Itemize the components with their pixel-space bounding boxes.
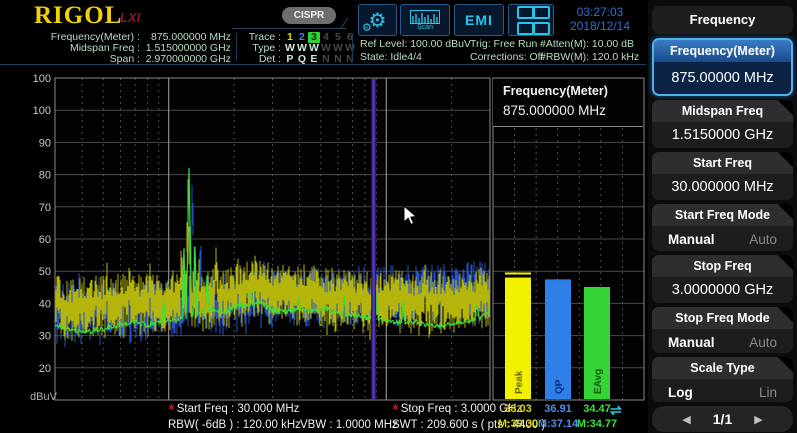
softkey-scale-type[interactable]: Scale Type Log Lin bbox=[652, 357, 793, 402]
peak-max-value: M:39.30 bbox=[496, 418, 540, 430]
softkey-stop-freq-mode[interactable]: Stop Freq Mode Manual Auto bbox=[652, 307, 793, 353]
vbw-readout: VBW : 1.0000 MHz bbox=[300, 419, 398, 431]
start-freq-readout: ✱Start Freq : 30.000 MHz bbox=[168, 403, 299, 415]
meter-readout-value: 875.000000 MHz bbox=[503, 103, 643, 118]
ref-level-block: Ref Level: 100.00 dBuV State: Idle4/4 bbox=[360, 38, 471, 64]
softkey-midspan-freq[interactable]: Midspan Freq 1.5150000 GHz bbox=[652, 100, 793, 148]
refresh-icon[interactable]: ⇌ bbox=[610, 402, 622, 419]
softkey-frequency-meter[interactable]: Frequency(Meter) 875.00000 MHz bbox=[652, 38, 793, 96]
status-divider-1 bbox=[236, 33, 237, 61]
option-manual[interactable]: Manual bbox=[668, 232, 715, 247]
clock: 03:27:03 2018/12/14 bbox=[556, 5, 644, 33]
bar-label-peak: Peak bbox=[514, 370, 525, 394]
state: State: Idle4/4 bbox=[360, 51, 471, 64]
span-value: 2.970000000 GHz bbox=[143, 54, 231, 65]
bar-label-qp: QP bbox=[554, 379, 565, 394]
gear-small-icon: ⚙ bbox=[362, 21, 372, 34]
scan-icon bbox=[410, 10, 440, 24]
meter-readout-label: Frequency(Meter) bbox=[503, 84, 643, 98]
svg-text:100: 100 bbox=[33, 105, 51, 117]
svg-text:60: 60 bbox=[39, 234, 51, 246]
trigger-block: Trig: Free Run Corrections: Off bbox=[470, 38, 543, 64]
instrument-screen: 20 30 40 50 60 70 80 90 100 100 Peak QP EAvg RIGOL L… bbox=[0, 0, 797, 433]
eavg-max-value: M:34.77 bbox=[575, 418, 619, 430]
softkey-start-freq-mode[interactable]: Start Freq Mode Manual Auto bbox=[652, 204, 793, 251]
clock-date: 2018/12/14 bbox=[556, 19, 644, 33]
status-left-block: Frequency(Meter) : 875.000000 MHz Midspa… bbox=[30, 32, 231, 66]
svg-text:40: 40 bbox=[39, 298, 51, 310]
svg-text:20: 20 bbox=[39, 363, 51, 375]
page-next-icon[interactable]: ▶ bbox=[754, 413, 762, 426]
y-axis-unit: dBuV bbox=[30, 391, 57, 403]
atten-block: #Atten(M): 10.00 dB #RBW(M): 120.0 kHz bbox=[540, 38, 639, 64]
qp-value: 36.91 bbox=[536, 403, 580, 415]
status-divider-2 bbox=[352, 33, 353, 61]
trig: Trig: Free Run bbox=[470, 38, 543, 51]
svg-text:80: 80 bbox=[39, 170, 51, 182]
window-layout-button[interactable] bbox=[508, 4, 554, 36]
softkey-menu: Frequency Frequency(Meter) 875.00000 MHz… bbox=[648, 0, 797, 433]
span-label: Span : bbox=[30, 54, 140, 65]
det-label: Det : bbox=[243, 54, 281, 65]
softkey-start-freq[interactable]: Start Freq 30.000000 MHz bbox=[652, 152, 793, 200]
svg-text:50: 50 bbox=[39, 266, 51, 278]
meter-readout-box: Frequency(Meter) 875.000000 MHz bbox=[493, 79, 643, 127]
menu-title: Frequency bbox=[652, 6, 793, 34]
red-mark-icon: ✱ bbox=[392, 403, 399, 412]
lxi-badge: LXI bbox=[120, 10, 140, 25]
svg-text:70: 70 bbox=[39, 202, 51, 214]
scan-button[interactable]: Scan bbox=[400, 4, 450, 36]
rbw-readout: RBW( -6dB ) : 120.00 kHz bbox=[168, 419, 301, 431]
svg-text:30: 30 bbox=[39, 331, 51, 343]
red-mark-icon: ✱ bbox=[168, 403, 175, 412]
option-auto[interactable]: Auto bbox=[749, 335, 777, 350]
brand-logo: RIGOL bbox=[34, 2, 122, 30]
corrections: Corrections: Off bbox=[470, 51, 543, 64]
clock-time: 03:27:03 bbox=[556, 5, 644, 19]
svg-text:90: 90 bbox=[39, 137, 51, 149]
page-navigator[interactable]: ◀ 1/1 ▶ bbox=[652, 406, 793, 432]
option-lin[interactable]: Lin bbox=[759, 385, 777, 400]
peak-value: 38.03 bbox=[496, 403, 540, 415]
svg-text:100: 100 bbox=[33, 73, 51, 85]
qp-max-value: M:37.14 bbox=[536, 418, 580, 430]
trace-block: Trace : 123456 Type : WWWWWW Det : PQENN… bbox=[243, 32, 356, 66]
softkey-stop-freq[interactable]: Stop Freq 3.0000000 GHz bbox=[652, 255, 793, 303]
page-indicator: 1/1 bbox=[713, 411, 732, 427]
rbw-m: #RBW(M): 120.0 kHz bbox=[540, 51, 639, 64]
layout-grid-icon bbox=[517, 6, 546, 35]
cispr-badge: CISPR bbox=[282, 7, 336, 24]
ref-level: Ref Level: 100.00 dBuV bbox=[360, 38, 471, 51]
emi-mode-button[interactable]: EMI bbox=[454, 4, 504, 36]
option-manual[interactable]: Manual bbox=[668, 335, 715, 350]
bar-label-eavg: EAvg bbox=[593, 369, 604, 394]
page-prev-icon[interactable]: ◀ bbox=[682, 413, 690, 426]
option-auto[interactable]: Auto bbox=[749, 232, 777, 247]
system-settings-button[interactable]: ⚙ ⚙ bbox=[358, 4, 397, 36]
option-log[interactable]: Log bbox=[668, 385, 693, 400]
atten: #Atten(M): 10.00 dB bbox=[540, 38, 639, 51]
scan-button-label: Scan bbox=[417, 24, 433, 31]
header-divider bbox=[232, 28, 346, 29]
